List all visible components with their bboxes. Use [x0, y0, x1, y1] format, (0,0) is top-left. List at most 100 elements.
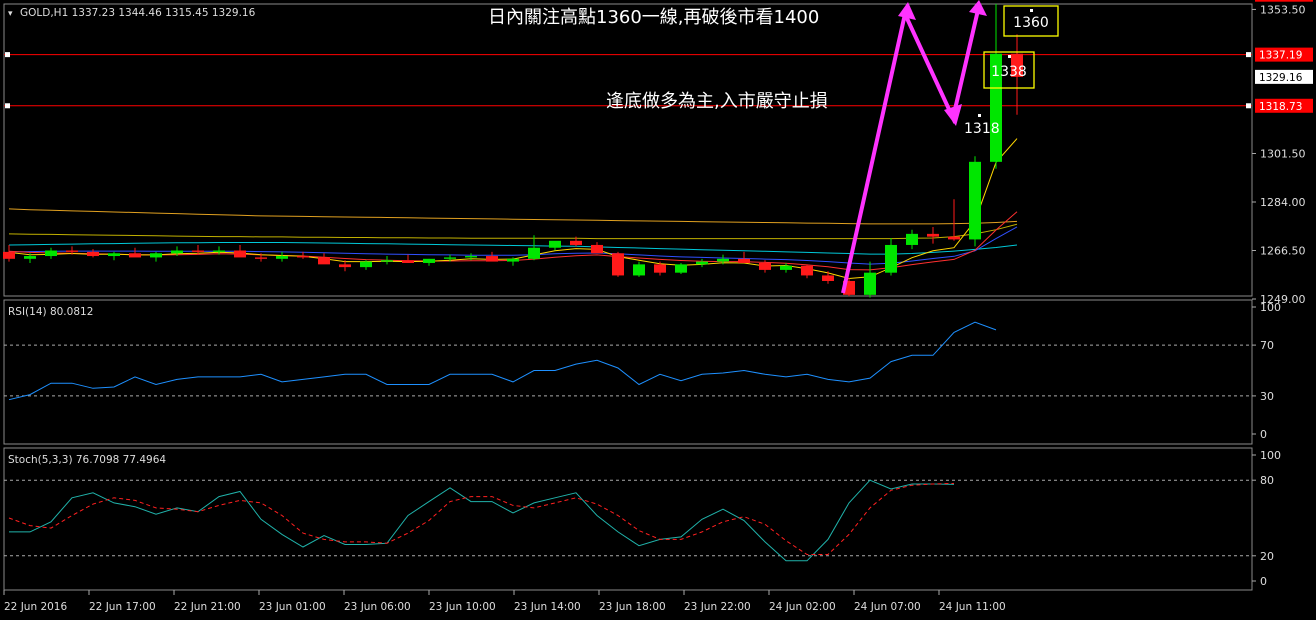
- arrowhead-up-2: [969, 0, 987, 16]
- candle-bear: [801, 265, 813, 276]
- candle-bull: [444, 257, 456, 259]
- rsi-axis-label: 30: [1260, 390, 1274, 403]
- stoch-axis-label: 20: [1260, 550, 1274, 563]
- box-1338-dot: [1008, 55, 1011, 58]
- candle-bear: [255, 257, 267, 259]
- candle-bear: [192, 250, 204, 252]
- price-axis-label: 1301.50: [1260, 148, 1306, 161]
- candle-bull: [507, 258, 519, 262]
- candle-bull: [276, 256, 288, 259]
- candle-bear: [87, 251, 99, 257]
- candle-bear: [297, 256, 309, 258]
- candles: [3, 3, 1023, 298]
- candle-bull: [864, 272, 876, 295]
- rsi-axis-label: 100: [1260, 301, 1281, 314]
- level-handle-right: [1246, 103, 1251, 109]
- moving-average-line: [8, 242, 1018, 255]
- price-axis-label: 1284.00: [1260, 196, 1306, 209]
- candle-bull: [906, 233, 918, 245]
- candle-bear: [129, 253, 141, 258]
- rsi-axis-label: 0: [1260, 428, 1267, 441]
- symbol-header: GOLD,H1 1337.23 1344.46 1315.45 1329.16: [20, 7, 256, 19]
- candle-bull: [381, 260, 393, 262]
- candle-bull: [423, 258, 435, 263]
- moving-average-line: [8, 223, 1018, 240]
- candle-bull: [45, 250, 57, 257]
- price-axis-label: 1266.50: [1260, 245, 1306, 258]
- candle-bull: [108, 253, 120, 257]
- candle-bull: [213, 250, 225, 252]
- level-handle-left: [5, 103, 10, 109]
- moving-average-line: [8, 208, 1018, 225]
- stoch-main-line: [9, 479, 955, 562]
- stoch-axis-label: 100: [1260, 449, 1281, 462]
- candle-bear: [234, 250, 246, 258]
- annotation-title-line2: 逢底做多為主,入市嚴守止損: [606, 91, 828, 112]
- candle-bear: [822, 275, 834, 281]
- candle-bull: [885, 244, 897, 273]
- stoch-panel-frame: [3, 447, 1253, 591]
- box-1360-dot: [1030, 9, 1033, 12]
- candle-bull: [696, 261, 708, 265]
- candle-bear: [738, 258, 750, 263]
- candle-bear: [927, 233, 939, 237]
- stoch-label: Stoch(5,3,3) 76.7098 77.4964: [8, 454, 166, 466]
- candle-bull: [549, 240, 561, 248]
- candle-bear: [3, 251, 15, 259]
- candle-bear: [570, 240, 582, 245]
- candle-bear: [948, 236, 960, 240]
- candle-bear: [318, 257, 330, 265]
- candle-bear: [591, 244, 603, 254]
- candle-bull: [780, 265, 792, 270]
- time-axis-label: 22 Jun 2016: [4, 601, 67, 613]
- candle-bull: [24, 256, 36, 259]
- current-price-label: 1329.16: [1259, 72, 1303, 84]
- time-axis-label: 23 Jun 22:00: [684, 601, 751, 613]
- time-axis-label: 24 Jun 02:00: [769, 601, 836, 613]
- rsi-panel-frame: [3, 299, 1253, 445]
- level-handle-right: [1246, 52, 1251, 58]
- time-axis-label: 23 Jun 18:00: [599, 601, 666, 613]
- price-axis-label: 1353.50: [1260, 3, 1306, 16]
- candle-bull: [171, 250, 183, 254]
- level-price-label: 1358.82: [1259, 0, 1302, 2]
- candle-bear: [486, 256, 498, 262]
- time-axis-label: 24 Jun 07:00: [854, 601, 921, 613]
- candle-bear: [759, 262, 771, 270]
- candle-bear: [654, 264, 666, 273]
- time-axis-label: 24 Jun 11:00: [939, 601, 1006, 613]
- label-1318-dot: [978, 114, 981, 117]
- stoch-axis-label: 80: [1260, 474, 1274, 487]
- candle-bear: [402, 260, 414, 263]
- candle-bull: [675, 264, 687, 273]
- rsi-axis-label: 70: [1260, 339, 1274, 352]
- time-axis-label: 22 Jun 21:00: [174, 601, 241, 613]
- time-axis-label: 23 Jun 06:00: [344, 601, 411, 613]
- stoch-axis-label: 0: [1260, 575, 1267, 588]
- candle-bull: [969, 161, 981, 240]
- forecast-arrows: [841, 0, 987, 294]
- candle-bear: [66, 250, 78, 252]
- level-price-label: 1337.19: [1259, 50, 1302, 62]
- candle-bull: [465, 256, 477, 258]
- candle-bear: [612, 253, 624, 276]
- candle-bull: [360, 261, 372, 268]
- time-axis-label: 23 Jun 14:00: [514, 601, 581, 613]
- time-axis-label: 22 Jun 17:00: [89, 601, 156, 613]
- box-1360-label: 1360: [1013, 15, 1049, 31]
- label-1318: 1318: [964, 121, 1000, 137]
- main-panel-frame: [3, 3, 1253, 297]
- rsi-label: RSI(14) 80.0812: [8, 306, 93, 318]
- candle-bull: [717, 258, 729, 262]
- rsi-line: [8, 321, 997, 401]
- level-handle-left: [5, 52, 10, 58]
- time-axis-label: 23 Jun 10:00: [429, 601, 496, 613]
- level-price-label: 1318.73: [1259, 101, 1302, 113]
- stoch-signal-line: [8, 482, 955, 555]
- dropdown-icon: ▾: [8, 9, 13, 19]
- candle-bull: [150, 253, 162, 258]
- chart-canvas: 1353.501301.501284.001266.501249.001358.…: [3, 0, 1313, 613]
- annotation-title-line1: 日內關注高點1360一線,再破後市看1400: [488, 7, 819, 28]
- time-axis-label: 23 Jun 01:00: [259, 601, 326, 613]
- candle-bull: [528, 247, 540, 259]
